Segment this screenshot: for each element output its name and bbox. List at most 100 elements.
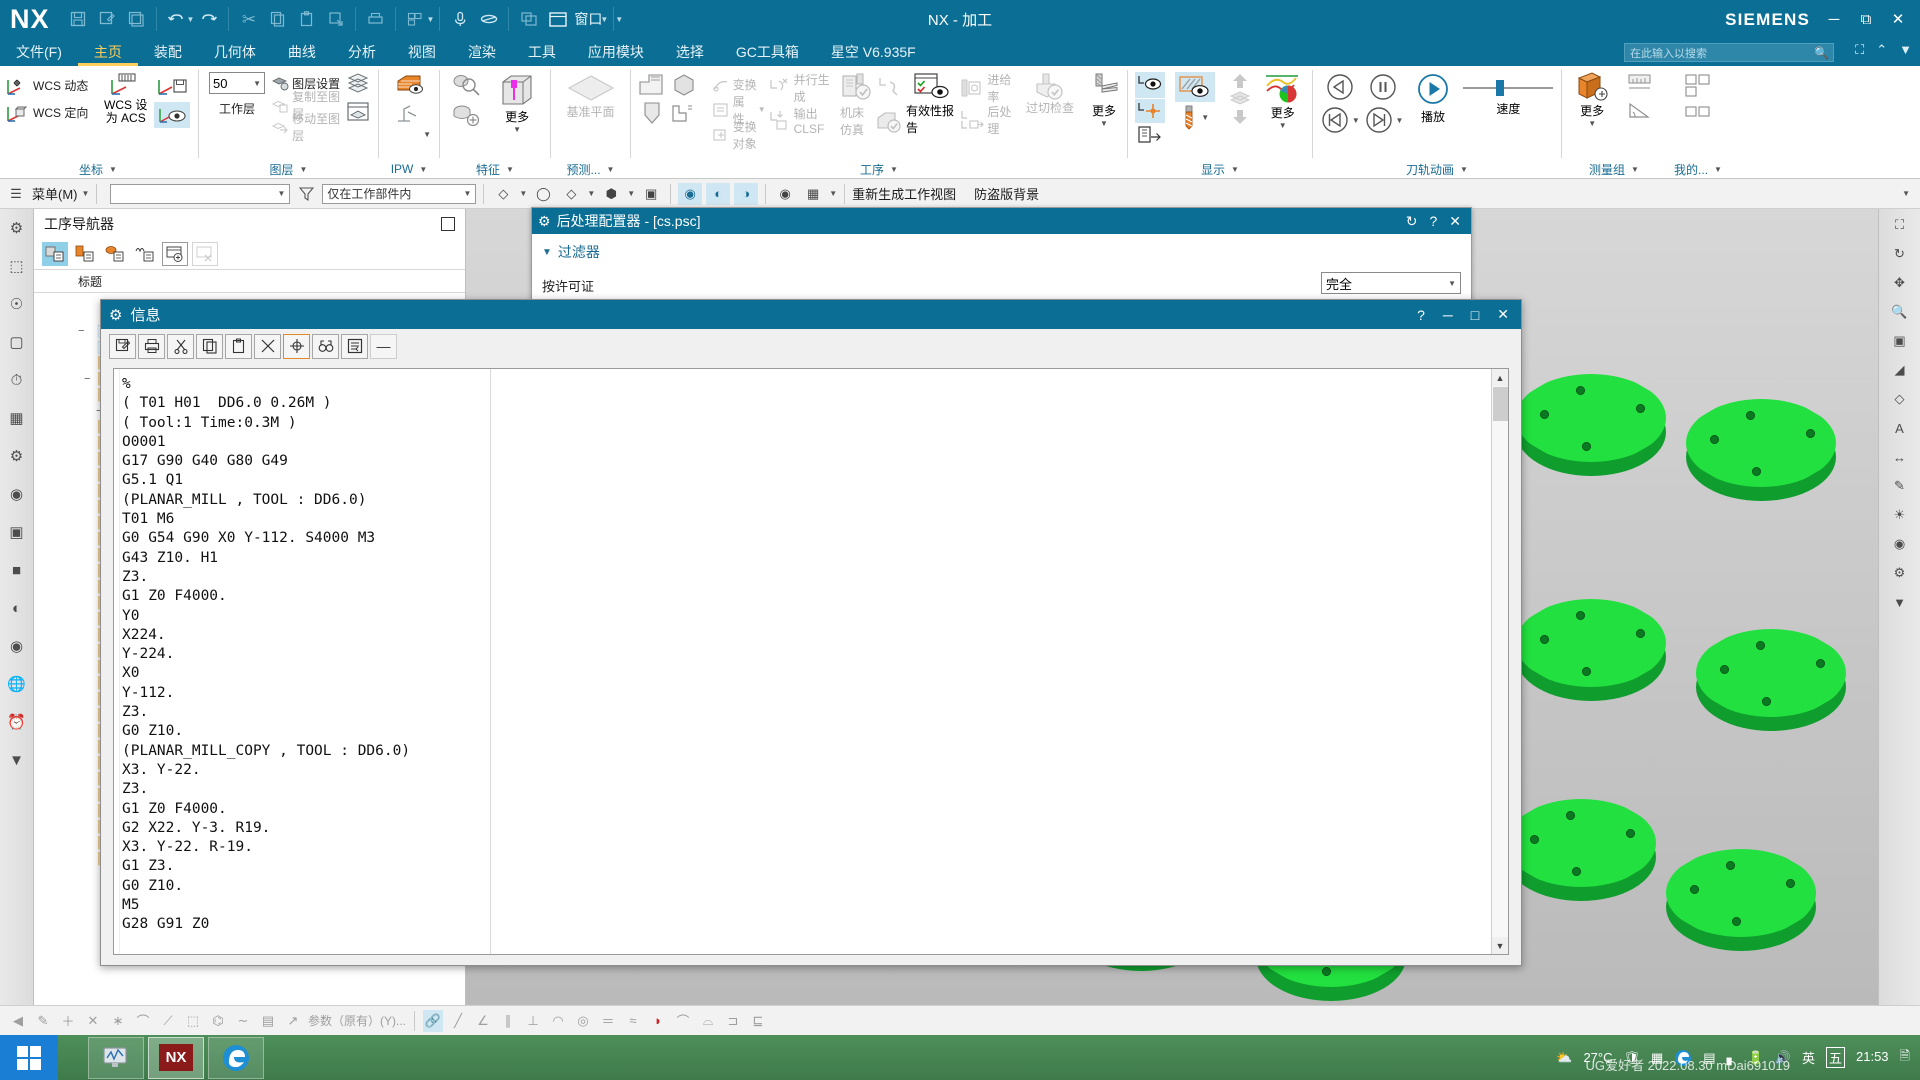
feature-search-icon[interactable]: [450, 72, 482, 98]
part-disc[interactable]: [1666, 849, 1816, 954]
more-tools-icon[interactable]: ▼: [1885, 592, 1915, 612]
intersect-icon[interactable]: ✕: [83, 1010, 103, 1032]
ipw-caret-icon[interactable]: ▼: [423, 130, 431, 139]
gouge-check-label[interactable]: 过切检查: [1016, 101, 1084, 115]
minimize-button[interactable]: ─: [1443, 307, 1453, 323]
tab-geometry[interactable]: 几何体: [198, 38, 272, 66]
save-icon[interactable]: [64, 0, 93, 38]
move-up-icon[interactable]: [1229, 72, 1251, 90]
taskbar-monitor-app[interactable]: [88, 1036, 144, 1079]
scroll-up-icon[interactable]: ▲: [1492, 369, 1508, 386]
rewind-caret-icon[interactable]: ▼: [1352, 116, 1360, 125]
render-style-icon[interactable]: ◉: [773, 183, 797, 205]
parallel-icon[interactable]: ∥: [498, 1010, 518, 1032]
minimize-button[interactable]: ─: [1818, 0, 1850, 38]
my-item-icon[interactable]: [1683, 72, 1713, 98]
part-disc[interactable]: [1516, 599, 1666, 704]
machine-verify-icon[interactable]: [875, 108, 903, 134]
display-export-icon[interactable]: [1137, 125, 1163, 145]
group-expand-caret-icon[interactable]: ▼: [1631, 165, 1639, 174]
display-more-label[interactable]: 更多: [1271, 104, 1295, 121]
help-icon[interactable]: ?: [1429, 213, 1437, 230]
tab-application[interactable]: 应用模块: [572, 38, 660, 66]
sheet-icon[interactable]: ⬚: [183, 1010, 203, 1032]
operation-more-label[interactable]: 更多: [1092, 102, 1116, 119]
restore-button[interactable]: ⧉: [1850, 0, 1882, 38]
refresh-icon[interactable]: ↻: [1406, 213, 1418, 230]
render-icon[interactable]: ◉: [1885, 534, 1915, 554]
start-button[interactable]: [0, 1035, 58, 1080]
rotate-icon[interactable]: ↻: [1885, 244, 1915, 264]
feature-add-icon[interactable]: [450, 103, 482, 127]
operation-navigator-icon[interactable]: ▦: [4, 405, 30, 431]
copy-icon[interactable]: [196, 333, 223, 359]
wcs-orient-button[interactable]: WCS 定向: [4, 99, 99, 126]
selection-scope-combo[interactable]: ▼: [110, 183, 291, 204]
my-item2-icon[interactable]: [1683, 104, 1713, 124]
arc-icon[interactable]: ⌒: [133, 1010, 153, 1032]
perpendicular-icon[interactable]: ⊥: [523, 1010, 543, 1032]
offset-icon[interactable]: ↗: [283, 1010, 303, 1032]
settings-icon[interactable]: ⚙: [1885, 563, 1915, 583]
feedrate-button[interactable]: 进给率: [960, 72, 1013, 104]
part-navigator-icon[interactable]: ⬚: [4, 253, 30, 279]
snap-point-icon[interactable]: ◯: [531, 183, 555, 205]
note-icon[interactable]: ✎: [1885, 476, 1915, 496]
transform-object-button[interactable]: 变换对象: [712, 120, 766, 151]
search-icon[interactable]: 🔍: [1814, 46, 1829, 60]
print-icon[interactable]: [138, 333, 165, 359]
taskbar-edge-app[interactable]: [208, 1036, 264, 1079]
paste-icon[interactable]: [225, 333, 252, 359]
display-more-caret-icon[interactable]: ▼: [1279, 121, 1287, 130]
wcs-to-acs-label[interactable]: WCS 设为 ACS: [101, 98, 150, 125]
speed-slider-thumb[interactable]: [1496, 80, 1505, 96]
internet-explorer-icon[interactable]: 🌐: [4, 671, 30, 697]
tab-view[interactable]: 视图: [392, 38, 452, 66]
display-tool-icon[interactable]: [1181, 104, 1197, 130]
tab-render[interactable]: 渲染: [452, 38, 512, 66]
pan-icon[interactable]: ✥: [1885, 273, 1915, 293]
concentric-icon[interactable]: ◎: [573, 1010, 593, 1032]
measure-angle-icon[interactable]: [1626, 99, 1654, 121]
forward-caret-icon[interactable]: ▼: [1396, 116, 1404, 125]
web-browser-icon[interactable]: ◉: [4, 633, 30, 659]
curve-rule-icon[interactable]: ◇: [491, 183, 515, 205]
layers-icon[interactable]: [1229, 91, 1251, 107]
redo-icon[interactable]: [194, 0, 223, 38]
group-expand-caret-icon[interactable]: ▼: [890, 165, 898, 174]
work-layer-input[interactable]: 50 ▼: [209, 72, 266, 94]
clock[interactable]: 21:53: [1856, 1049, 1889, 1065]
ime-mode-label[interactable]: 五: [1825, 1047, 1845, 1068]
toolbar-overflow-caret-icon[interactable]: ▼: [1902, 189, 1910, 198]
measure-more-icon[interactable]: [1574, 72, 1610, 102]
history-icon[interactable]: ⏱: [4, 367, 30, 393]
ime-language-label[interactable]: 英: [1802, 1048, 1815, 1067]
chevron-down-icon[interactable]: ▼: [1448, 279, 1456, 288]
body-rule-caret-icon[interactable]: ▼: [627, 189, 635, 198]
paste-icon[interactable]: [292, 0, 321, 38]
pause-icon[interactable]: [1368, 72, 1398, 102]
save-all-icon[interactable]: [122, 0, 151, 38]
help-icon[interactable]: ⌃: [1876, 42, 1887, 58]
wcs-display-toggle-icon[interactable]: ◉: [678, 182, 703, 205]
reuse-library-icon[interactable]: ▢: [4, 329, 30, 355]
info-text-area[interactable]: % ( T01 H01 DD6.0 0.26M ) ( Tool:1 Time:…: [113, 368, 1509, 955]
group-expand-caret-icon[interactable]: ▼: [1714, 165, 1722, 174]
roles-icon[interactable]: ◉: [4, 481, 30, 507]
layer-stack-icon[interactable]: [346, 72, 370, 94]
sketch-icon[interactable]: ✎: [33, 1010, 53, 1032]
process-studio-icon[interactable]: ◐: [4, 595, 30, 621]
machine-tool-navigator-icon[interactable]: ⚙: [4, 443, 30, 469]
curve-rule-caret-icon[interactable]: ▼: [519, 189, 527, 198]
delete-icon[interactable]: [254, 333, 281, 359]
constraint-navigator-icon[interactable]: ☉: [4, 291, 30, 317]
pocket-feature-icon[interactable]: [671, 72, 697, 98]
window-tile-icon[interactable]: [514, 0, 543, 38]
selection-filter-icon[interactable]: [294, 183, 318, 205]
collapse-left-icon[interactable]: ◀: [8, 1010, 28, 1032]
layer-visible-icon[interactable]: ☀: [1885, 505, 1915, 525]
background-icon[interactable]: ▦: [801, 183, 825, 205]
play-label[interactable]: 播放: [1421, 108, 1445, 125]
tab-curve[interactable]: 曲线: [272, 38, 332, 66]
params-legacy-button[interactable]: 参数（原有）(Y)...: [308, 1012, 406, 1029]
